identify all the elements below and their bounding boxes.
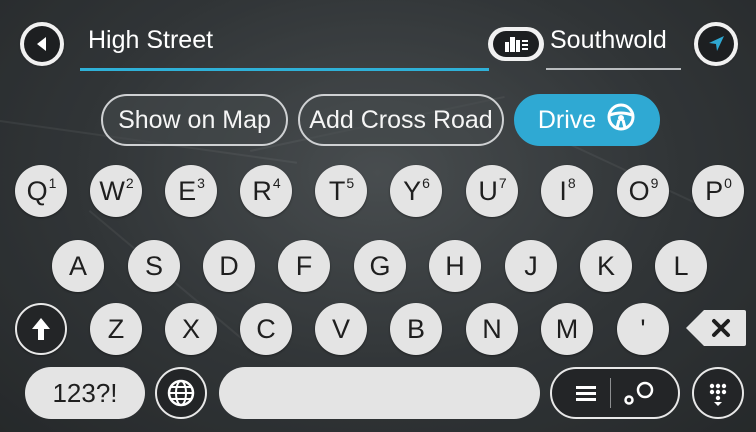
key-d[interactable]: D — [203, 240, 255, 292]
language-key[interactable] — [155, 367, 207, 419]
key-u[interactable]: U7 — [466, 165, 518, 217]
key-z[interactable]: Z — [90, 303, 142, 355]
key-s[interactable]: S — [128, 240, 180, 292]
key-g[interactable]: G — [354, 240, 406, 292]
shift-key[interactable] — [15, 303, 67, 355]
city-buildings-icon — [493, 31, 539, 57]
key-apostrophe[interactable]: ' — [617, 303, 669, 355]
key-a[interactable]: A — [52, 240, 104, 292]
key-k[interactable]: K — [580, 240, 632, 292]
drive-button[interactable]: Drive — [514, 94, 660, 146]
key-y[interactable]: Y6 — [390, 165, 442, 217]
key-o[interactable]: O9 — [617, 165, 669, 217]
add-cross-road-label: Add Cross Road — [309, 105, 493, 134]
hide-keyboard-key[interactable] — [692, 367, 744, 419]
key-t[interactable]: T5 — [315, 165, 367, 217]
city-button[interactable] — [488, 27, 544, 61]
keyboard-icon — [709, 383, 727, 406]
key-p[interactable]: P0 — [692, 165, 744, 217]
back-arrow-icon — [24, 26, 60, 62]
map-pins-icon — [623, 381, 653, 405]
space-key[interactable] — [219, 367, 540, 419]
search-screen: High Street Southwold Show on Map Add Cr… — [0, 0, 756, 432]
drive-label: Drive — [537, 105, 597, 134]
search-input-underline — [80, 68, 489, 71]
key-w[interactable]: W2 — [90, 165, 142, 217]
key-x[interactable]: X — [165, 303, 217, 355]
key-m[interactable]: M — [541, 303, 593, 355]
key-v[interactable]: V — [315, 303, 367, 355]
back-button[interactable] — [18, 20, 66, 68]
key-c[interactable]: C — [240, 303, 292, 355]
numbers-key[interactable]: 123?! — [25, 367, 145, 419]
key-i[interactable]: I8 — [541, 165, 593, 217]
show-on-map-button[interactable]: Show on Map — [101, 94, 288, 146]
key-j[interactable]: J — [505, 240, 557, 292]
city-input[interactable]: Southwold — [550, 26, 667, 55]
globe-icon — [167, 379, 195, 407]
shift-arrow-icon — [32, 318, 50, 340]
key-n[interactable]: N — [466, 303, 518, 355]
toggle-divider — [609, 378, 611, 408]
list-map-toggle[interactable] — [550, 367, 680, 419]
navigation-arrow-icon — [698, 26, 734, 62]
key-q[interactable]: Q1 — [15, 165, 67, 217]
show-on-map-label: Show on Map — [118, 105, 271, 134]
location-button[interactable] — [692, 20, 740, 68]
key-r[interactable]: R4 — [240, 165, 292, 217]
key-l[interactable]: L — [655, 240, 707, 292]
key-f[interactable]: F — [278, 240, 330, 292]
add-cross-road-button[interactable]: Add Cross Road — [298, 94, 504, 146]
key-b[interactable]: B — [390, 303, 442, 355]
key-e[interactable]: E3 — [165, 165, 217, 217]
key-h[interactable]: H — [429, 240, 481, 292]
search-input[interactable]: High Street — [88, 26, 213, 55]
list-icon — [575, 386, 596, 401]
steering-wheel-icon — [606, 102, 636, 139]
city-input-underline — [546, 68, 681, 70]
backspace-key[interactable] — [684, 306, 748, 350]
